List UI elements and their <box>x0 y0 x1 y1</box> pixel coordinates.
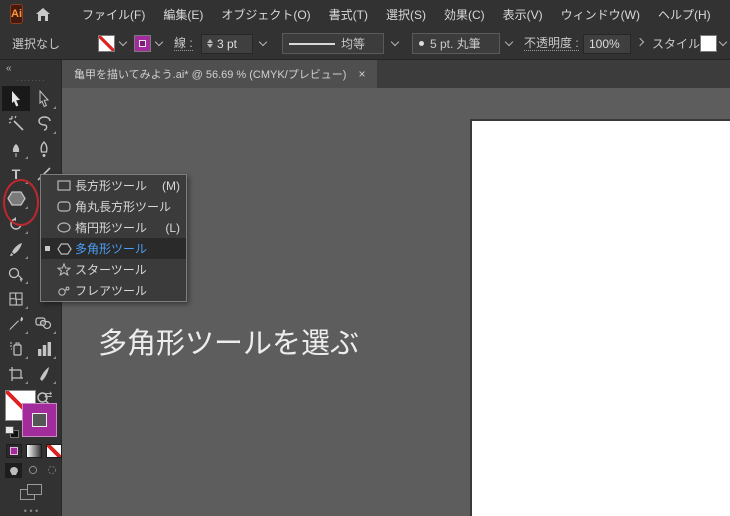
screen-mode-icon[interactable] <box>20 484 44 502</box>
toolbar-more-icon[interactable]: • • • <box>0 506 62 516</box>
default-fill-stroke-icon[interactable] <box>5 426 19 438</box>
menu-select[interactable]: 選択(S) <box>377 6 435 23</box>
shape-tool-polygon[interactable] <box>2 186 30 211</box>
stroke-color-swatch[interactable] <box>134 28 151 59</box>
selection-status: 選択なし <box>12 37 61 51</box>
current-tool-bullet <box>41 246 53 251</box>
polygon-icon <box>53 242 75 255</box>
menu-bar: Ai ファイル(F) 編集(E) オブジェクト(O) 書式(T) 選択(S) 効… <box>0 0 730 28</box>
magic-wand-tool[interactable] <box>2 111 30 136</box>
flyout-item-rectangle[interactable]: 長方形ツール (M) <box>41 175 186 196</box>
home-icon[interactable] <box>35 7 51 22</box>
width-profile-select[interactable]: 均等 <box>282 28 384 59</box>
opacity-arrow-icon[interactable] <box>635 28 645 59</box>
style-label: スタイル : <box>652 37 707 51</box>
symbol-sprayer-tool[interactable] <box>2 336 30 361</box>
flare-icon <box>53 285 75 297</box>
menu-object[interactable]: オブジェクト(O) <box>212 6 319 23</box>
stroke-weight-chevron-icon[interactable] <box>258 28 268 59</box>
menu-effect[interactable]: 効果(C) <box>435 6 494 23</box>
tab-close-icon[interactable]: × <box>358 67 365 81</box>
column-graph-tool[interactable] <box>30 336 58 361</box>
brush-select[interactable]: 5 pt. 丸筆 <box>412 28 500 59</box>
flyout-item-flare[interactable]: フレアツール <box>41 280 186 301</box>
flyout-item-star[interactable]: スターツール <box>41 259 186 280</box>
rectangle-icon <box>53 180 75 191</box>
illustrator-window: Ai ファイル(F) 編集(E) オブジェクト(O) 書式(T) 選択(S) 効… <box>0 0 730 516</box>
rounded-rectangle-icon <box>53 201 75 212</box>
draw-normal-icon[interactable] <box>5 463 22 478</box>
lasso-tool[interactable] <box>30 111 58 136</box>
drawing-modes-row <box>5 463 60 478</box>
toolbar-grip-handle[interactable]: ········ <box>0 76 62 85</box>
blend-tool[interactable] <box>30 311 58 336</box>
fill-dropdown-chevron-icon[interactable] <box>118 28 128 59</box>
menu-help[interactable]: ヘルプ(H) <box>649 6 720 23</box>
opacity-label[interactable]: 不透明度 : <box>524 28 579 59</box>
menu-view[interactable]: 表示(V) <box>494 6 552 23</box>
control-bar: 選択なし 線 : 3 pt 均等 5 pt. 丸筆 不透明度 : 100% スタ… <box>0 28 730 60</box>
artboard-tool[interactable] <box>2 361 30 386</box>
stroke-swatch-magenta[interactable] <box>22 403 57 437</box>
pen-tool[interactable] <box>2 136 30 161</box>
flyout-item-ellipse[interactable]: 楕円形ツール (L) <box>41 217 186 238</box>
shape-builder-tool[interactable] <box>2 261 30 286</box>
none-button[interactable] <box>46 444 62 458</box>
stroke-dropdown-chevron-icon[interactable] <box>154 28 164 59</box>
shape-tools-flyout: 長方形ツール (M) 角丸長方形ツール 楕円形ツール (L) 多角形ツール スタ… <box>40 174 187 302</box>
menu-window[interactable]: ウィンドウ(W) <box>552 6 649 23</box>
menu-file[interactable]: ファイル(F) <box>73 6 154 23</box>
mesh-tool[interactable] <box>2 286 30 311</box>
draw-behind-icon[interactable] <box>24 463 41 478</box>
type-tool[interactable]: T <box>2 161 30 186</box>
app-logo-icon: Ai <box>10 4 23 24</box>
menu-type[interactable]: 書式(T) <box>320 6 377 23</box>
tab-bar: 亀甲を描いてみよう.ai* @ 56.69 % (CMYK/プレビュー) × <box>62 60 730 88</box>
flyout-item-rounded-rectangle[interactable]: 角丸長方形ツール <box>41 196 186 217</box>
document-tab-title: 亀甲を描いてみよう.ai* @ 56.69 % (CMYK/プレビュー) <box>74 69 347 81</box>
curvature-tool[interactable] <box>30 136 58 161</box>
paint-style-row <box>6 444 62 458</box>
document-tab[interactable]: 亀甲を描いてみよう.ai* @ 56.69 % (CMYK/プレビュー) × <box>62 60 378 88</box>
style-swatch[interactable] <box>700 28 717 59</box>
caption-text: 多角形ツールを選ぶ <box>98 328 360 360</box>
swap-fill-stroke-icon[interactable]: ⇄ <box>44 390 52 401</box>
menu-items: ファイル(F) 編集(E) オブジェクト(O) 書式(T) 選択(S) 効果(C… <box>73 6 720 23</box>
eyedropper-tool[interactable] <box>2 311 30 336</box>
brush-chevron-icon[interactable] <box>504 28 514 59</box>
stroke-weight-stepper[interactable] <box>207 39 213 48</box>
color-button[interactable] <box>6 444 22 458</box>
ellipse-icon <box>53 222 75 233</box>
star-icon <box>53 263 75 276</box>
artboard[interactable] <box>470 119 730 516</box>
menu-edit[interactable]: 編集(E) <box>154 6 212 23</box>
stroke-label[interactable]: 線 : <box>174 28 193 59</box>
style-chevron-icon[interactable] <box>718 28 728 59</box>
flyout-item-polygon[interactable]: 多角形ツール <box>41 238 186 259</box>
direct-selection-tool[interactable] <box>30 86 58 111</box>
fill-color-swatch[interactable] <box>98 28 115 59</box>
slice-tool[interactable] <box>30 361 58 386</box>
opacity-field[interactable]: 100% <box>583 28 631 59</box>
rotate-tool[interactable] <box>2 211 30 236</box>
draw-inside-icon[interactable] <box>43 463 60 478</box>
selection-tool[interactable] <box>2 86 30 111</box>
stroke-weight-field[interactable]: 3 pt <box>201 28 253 59</box>
gradient-button[interactable] <box>26 444 42 458</box>
width-profile-chevron-icon[interactable] <box>390 28 400 59</box>
toolbar-collapse-icon[interactable]: « <box>6 63 11 74</box>
paintbrush-tool[interactable] <box>2 236 30 261</box>
